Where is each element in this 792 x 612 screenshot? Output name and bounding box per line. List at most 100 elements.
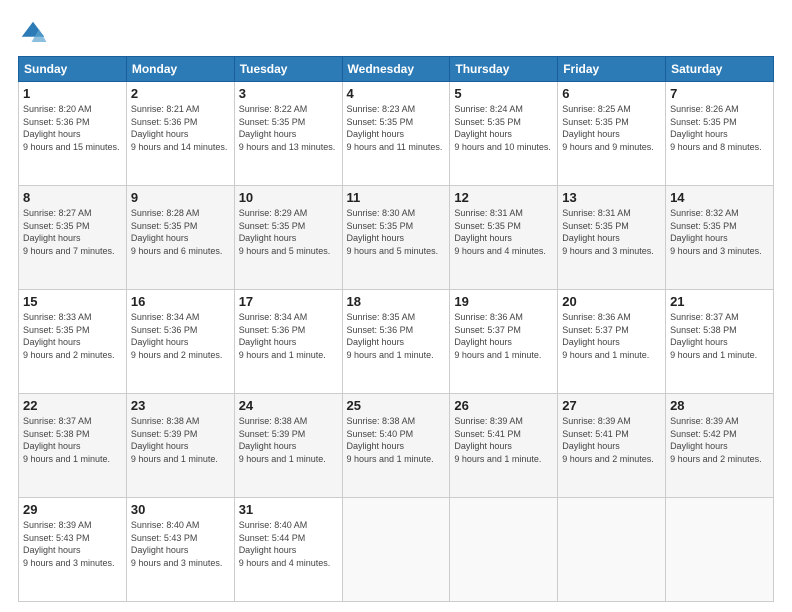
day-info: Sunrise: 8:20 AMSunset: 5:36 PMDaylight … bbox=[23, 104, 120, 152]
calendar-body: 1 Sunrise: 8:20 AMSunset: 5:36 PMDaylight… bbox=[19, 82, 774, 602]
day-cell: 2 Sunrise: 8:21 AMSunset: 5:36 PMDaylight… bbox=[126, 82, 234, 186]
calendar-table: SundayMondayTuesdayWednesdayThursdayFrid… bbox=[18, 56, 774, 602]
calendar-header: SundayMondayTuesdayWednesdayThursdayFrid… bbox=[19, 57, 774, 82]
day-number: 1 bbox=[23, 86, 122, 101]
day-cell bbox=[666, 498, 774, 602]
day-cell bbox=[342, 498, 450, 602]
col-header-wednesday: Wednesday bbox=[342, 57, 450, 82]
day-info: Sunrise: 8:28 AMSunset: 5:35 PMDaylight … bbox=[131, 208, 223, 256]
day-info: Sunrise: 8:31 AMSunset: 5:35 PMDaylight … bbox=[454, 208, 546, 256]
day-cell: 9 Sunrise: 8:28 AMSunset: 5:35 PMDaylight… bbox=[126, 186, 234, 290]
day-number: 24 bbox=[239, 398, 338, 413]
day-cell: 15Sunrise: 8:33 AMSunset: 5:35 PMDayligh… bbox=[19, 290, 127, 394]
day-cell: 3 Sunrise: 8:22 AMSunset: 5:35 PMDaylight… bbox=[234, 82, 342, 186]
day-number: 3 bbox=[239, 86, 338, 101]
day-number: 30 bbox=[131, 502, 230, 517]
day-info: Sunrise: 8:35 AMSunset: 5:36 PMDaylight … bbox=[347, 312, 434, 360]
day-cell: 5Sunrise: 8:24 AMSunset: 5:35 PMDaylight… bbox=[450, 82, 558, 186]
day-cell: 19 Sunrise: 8:36 AMSunset: 5:37 PMDayligh… bbox=[450, 290, 558, 394]
day-number: 21 bbox=[670, 294, 769, 309]
col-header-friday: Friday bbox=[558, 57, 666, 82]
day-info: Sunrise: 8:37 AMSunset: 5:38 PMDaylight … bbox=[23, 416, 110, 464]
day-number: 9 bbox=[131, 190, 230, 205]
day-number: 17 bbox=[239, 294, 338, 309]
day-cell: 4 Sunrise: 8:23 AMSunset: 5:35 PMDaylight… bbox=[342, 82, 450, 186]
day-number: 23 bbox=[131, 398, 230, 413]
day-cell bbox=[558, 498, 666, 602]
day-cell: 1 Sunrise: 8:20 AMSunset: 5:36 PMDaylight… bbox=[19, 82, 127, 186]
day-info: Sunrise: 8:22 AMSunset: 5:35 PMDaylight … bbox=[239, 104, 336, 152]
col-header-saturday: Saturday bbox=[666, 57, 774, 82]
day-number: 12 bbox=[454, 190, 553, 205]
day-number: 20 bbox=[562, 294, 661, 309]
header-row: SundayMondayTuesdayWednesdayThursdayFrid… bbox=[19, 57, 774, 82]
week-row-2: 8 Sunrise: 8:27 AMSunset: 5:35 PMDaylight… bbox=[19, 186, 774, 290]
day-info: Sunrise: 8:29 AMSunset: 5:35 PMDaylight … bbox=[239, 208, 331, 256]
day-cell: 25 Sunrise: 8:38 AMSunset: 5:40 PMDayligh… bbox=[342, 394, 450, 498]
day-info: Sunrise: 8:26 AMSunset: 5:35 PMDaylight … bbox=[670, 104, 762, 152]
day-info: Sunrise: 8:37 AMSunset: 5:38 PMDaylight … bbox=[670, 312, 757, 360]
day-info: Sunrise: 8:21 AMSunset: 5:36 PMDaylight … bbox=[131, 104, 228, 152]
day-info: Sunrise: 8:27 AMSunset: 5:35 PMDaylight … bbox=[23, 208, 115, 256]
day-cell: 30 Sunrise: 8:40 AMSunset: 5:43 PMDayligh… bbox=[126, 498, 234, 602]
week-row-1: 1 Sunrise: 8:20 AMSunset: 5:36 PMDaylight… bbox=[19, 82, 774, 186]
day-info: Sunrise: 8:38 AMSunset: 5:39 PMDaylight … bbox=[239, 416, 326, 464]
week-row-4: 22 Sunrise: 8:37 AMSunset: 5:38 PMDayligh… bbox=[19, 394, 774, 498]
day-cell bbox=[450, 498, 558, 602]
day-number: 10 bbox=[239, 190, 338, 205]
day-cell: 23 Sunrise: 8:38 AMSunset: 5:39 PMDayligh… bbox=[126, 394, 234, 498]
day-info: Sunrise: 8:36 AMSunset: 5:37 PMDaylight … bbox=[562, 312, 649, 360]
day-info: Sunrise: 8:31 AMSunset: 5:35 PMDaylight … bbox=[562, 208, 654, 256]
day-info: Sunrise: 8:39 AMSunset: 5:41 PMDaylight … bbox=[562, 416, 654, 464]
day-number: 11 bbox=[347, 190, 446, 205]
day-cell: 26 Sunrise: 8:39 AMSunset: 5:41 PMDayligh… bbox=[450, 394, 558, 498]
day-cell: 27 Sunrise: 8:39 AMSunset: 5:41 PMDayligh… bbox=[558, 394, 666, 498]
day-info: Sunrise: 8:38 AMSunset: 5:40 PMDaylight … bbox=[347, 416, 434, 464]
day-info: Sunrise: 8:39 AMSunset: 5:42 PMDaylight … bbox=[670, 416, 762, 464]
logo-icon bbox=[18, 18, 48, 48]
day-info: Sunrise: 8:40 AMSunset: 5:43 PMDaylight … bbox=[131, 520, 223, 568]
day-number: 25 bbox=[347, 398, 446, 413]
day-info: Sunrise: 8:34 AMSunset: 5:36 PMDaylight … bbox=[131, 312, 223, 360]
day-number: 15 bbox=[23, 294, 122, 309]
week-row-5: 29Sunrise: 8:39 AMSunset: 5:43 PMDayligh… bbox=[19, 498, 774, 602]
day-number: 16 bbox=[131, 294, 230, 309]
day-number: 26 bbox=[454, 398, 553, 413]
day-cell: 12 Sunrise: 8:31 AMSunset: 5:35 PMDayligh… bbox=[450, 186, 558, 290]
day-info: Sunrise: 8:38 AMSunset: 5:39 PMDaylight … bbox=[131, 416, 218, 464]
day-number: 4 bbox=[347, 86, 446, 101]
week-row-3: 15Sunrise: 8:33 AMSunset: 5:35 PMDayligh… bbox=[19, 290, 774, 394]
day-number: 29 bbox=[23, 502, 122, 517]
day-number: 19 bbox=[454, 294, 553, 309]
day-cell: 8 Sunrise: 8:27 AMSunset: 5:35 PMDaylight… bbox=[19, 186, 127, 290]
day-cell: 14 Sunrise: 8:32 AMSunset: 5:35 PMDayligh… bbox=[666, 186, 774, 290]
day-cell: 18Sunrise: 8:35 AMSunset: 5:36 PMDayligh… bbox=[342, 290, 450, 394]
day-info: Sunrise: 8:23 AMSunset: 5:35 PMDaylight … bbox=[347, 104, 443, 152]
day-number: 27 bbox=[562, 398, 661, 413]
day-cell: 13 Sunrise: 8:31 AMSunset: 5:35 PMDayligh… bbox=[558, 186, 666, 290]
day-number: 13 bbox=[562, 190, 661, 205]
day-info: Sunrise: 8:24 AMSunset: 5:35 PMDaylight … bbox=[454, 104, 551, 152]
col-header-monday: Monday bbox=[126, 57, 234, 82]
day-info: Sunrise: 8:30 AMSunset: 5:35 PMDaylight … bbox=[347, 208, 439, 256]
day-number: 7 bbox=[670, 86, 769, 101]
day-info: Sunrise: 8:32 AMSunset: 5:35 PMDaylight … bbox=[670, 208, 762, 256]
day-number: 8 bbox=[23, 190, 122, 205]
day-number: 28 bbox=[670, 398, 769, 413]
day-info: Sunrise: 8:40 AMSunset: 5:44 PMDaylight … bbox=[239, 520, 331, 568]
day-number: 22 bbox=[23, 398, 122, 413]
day-number: 14 bbox=[670, 190, 769, 205]
day-cell: 22 Sunrise: 8:37 AMSunset: 5:38 PMDayligh… bbox=[19, 394, 127, 498]
col-header-sunday: Sunday bbox=[19, 57, 127, 82]
day-cell: 17 Sunrise: 8:34 AMSunset: 5:36 PMDayligh… bbox=[234, 290, 342, 394]
day-info: Sunrise: 8:39 AMSunset: 5:41 PMDaylight … bbox=[454, 416, 541, 464]
day-cell: 24 Sunrise: 8:38 AMSunset: 5:39 PMDayligh… bbox=[234, 394, 342, 498]
day-info: Sunrise: 8:25 AMSunset: 5:35 PMDaylight … bbox=[562, 104, 654, 152]
day-info: Sunrise: 8:36 AMSunset: 5:37 PMDaylight … bbox=[454, 312, 541, 360]
day-number: 6 bbox=[562, 86, 661, 101]
day-cell: 20 Sunrise: 8:36 AMSunset: 5:37 PMDayligh… bbox=[558, 290, 666, 394]
day-number: 2 bbox=[131, 86, 230, 101]
day-cell: 16 Sunrise: 8:34 AMSunset: 5:36 PMDayligh… bbox=[126, 290, 234, 394]
day-cell: 11 Sunrise: 8:30 AMSunset: 5:35 PMDayligh… bbox=[342, 186, 450, 290]
day-info: Sunrise: 8:34 AMSunset: 5:36 PMDaylight … bbox=[239, 312, 326, 360]
